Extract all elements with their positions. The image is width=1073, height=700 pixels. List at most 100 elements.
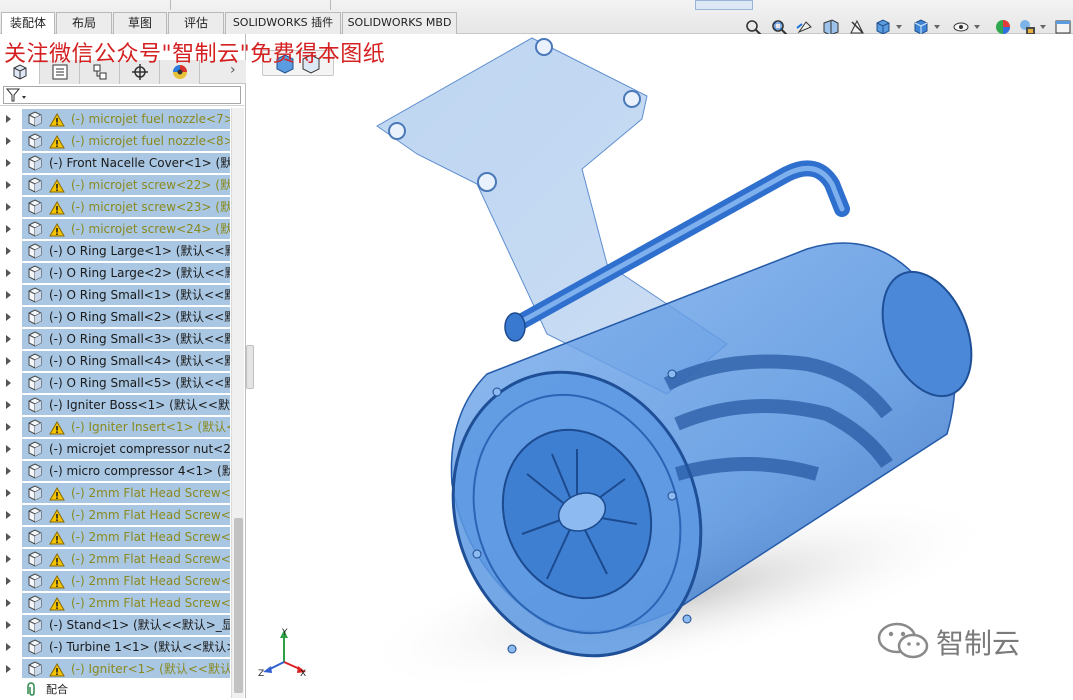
warning-icon: [49, 662, 65, 677]
tree-item-component[interactable]: (-) 2mm Flat Head Screw<6>: [0, 592, 232, 614]
tree-item-component[interactable]: (-) Turbine 1<1> (默认<<默认>_: [0, 636, 232, 658]
chevron-down-icon[interactable]: [896, 25, 902, 29]
part-icon: [26, 441, 44, 457]
tree-item-label: (-) micro compressor 4<1> (默认: [49, 464, 230, 478]
expand-arrow-icon[interactable]: [6, 357, 11, 365]
expand-arrow-icon[interactable]: [6, 335, 11, 343]
chevron-down-icon[interactable]: [1040, 25, 1046, 29]
tree-item-label: (-) O Ring Large<2> (默认<<默认: [49, 266, 230, 280]
expand-arrow-icon[interactable]: [6, 313, 11, 321]
tree-item-component[interactable]: (-) microjet screw<23> (默认<: [0, 196, 232, 218]
tab-evaluate[interactable]: 评估: [168, 12, 224, 34]
tree-item-label: (-) Front Nacelle Cover<1> (默认<: [49, 156, 230, 170]
part-icon: [26, 133, 44, 149]
tab-layout[interactable]: 布局: [56, 12, 112, 34]
tree-item-component[interactable]: (-) O Ring Small<5> (默认<<默认: [0, 372, 232, 394]
tree-item-component[interactable]: (-) O Ring Large<2> (默认<<默认: [0, 262, 232, 284]
tree-item-mates[interactable]: 配合: [0, 679, 232, 698]
chevron-down-icon[interactable]: [974, 25, 980, 29]
expand-arrow-icon[interactable]: [6, 533, 11, 541]
expand-arrow-icon[interactable]: [6, 115, 11, 123]
tree-filter-input[interactable]: [3, 86, 241, 104]
tree-item-label: (-) microjet fuel nozzle<7>: [71, 112, 230, 126]
expand-arrow-icon[interactable]: [6, 445, 11, 453]
expand-arrow-icon[interactable]: [6, 555, 11, 563]
toolbar-selected-button[interactable]: [695, 0, 753, 10]
tree-item-label: (-) O Ring Small<5> (默认<<默认: [49, 376, 230, 390]
tree-item-component[interactable]: (-) 2mm Flat Head Screw<2>: [0, 504, 232, 526]
tree-item-component[interactable]: (-) Igniter<1> (默认<<默认>_: [0, 658, 232, 678]
tree-item-component[interactable]: (-) microjet screw<22> (默认<: [0, 174, 232, 196]
tree-item-label: (-) 2mm Flat Head Screw<3>: [71, 530, 230, 544]
part-icon: [26, 221, 44, 237]
expand-arrow-icon[interactable]: [6, 577, 11, 585]
expand-arrow-icon[interactable]: [6, 489, 11, 497]
warning-icon: [49, 574, 65, 589]
expand-arrow-icon[interactable]: [6, 511, 11, 519]
tree-item-component[interactable]: (-) Front Nacelle Cover<1> (默认<: [0, 152, 232, 174]
tree-item-component[interactable]: (-) microjet screw<24> (默认<: [0, 218, 232, 240]
tree-item-component[interactable]: (-) micro compressor 4<1> (默认: [0, 460, 232, 482]
tab-assembly[interactable]: 装配体: [1, 12, 55, 34]
tree-item-component[interactable]: (-) 2mm Flat Head Screw<3>: [0, 526, 232, 548]
tree-item-component[interactable]: (-) 2mm Flat Head Screw<1>: [0, 482, 232, 504]
tree-item-label: (-) Igniter Boss<1> (默认<<默认: [49, 398, 230, 412]
expand-arrow-icon[interactable]: [6, 379, 11, 387]
tree-item-component[interactable]: (-) microjet compressor nut<2>: [0, 438, 232, 460]
tree-item-component[interactable]: (-) O Ring Small<4> (默认<<默认: [0, 350, 232, 372]
part-icon: [26, 485, 44, 501]
expand-arrow-icon[interactable]: [6, 467, 11, 475]
part-icon: [26, 111, 44, 127]
graphics-area[interactable]: [247, 34, 1073, 698]
tree-item-label: (-) Stand<1> (默认<<默认>_显示: [49, 618, 230, 632]
chevron-down-icon[interactable]: [934, 25, 940, 29]
expand-arrow-icon[interactable]: [6, 665, 11, 673]
part-icon: [26, 155, 44, 171]
expand-arrow-icon[interactable]: [6, 643, 11, 651]
wechat-account-name: 智制云: [936, 627, 1021, 660]
expand-arrow-icon[interactable]: [6, 401, 11, 409]
tree-item-label: (-) O Ring Small<1> (默认<<默认: [49, 288, 230, 302]
warning-icon: [49, 552, 65, 567]
panel-splitter[interactable]: [246, 345, 254, 389]
tree-item-component[interactable]: (-) O Ring Small<3> (默认<<默认: [0, 328, 232, 350]
expand-arrow-icon[interactable]: [6, 621, 11, 629]
expand-arrow-icon[interactable]: [6, 599, 11, 607]
expand-arrow-icon[interactable]: [6, 423, 11, 431]
tree-item-label: (-) O Ring Small<2> (默认<<默认: [49, 310, 230, 324]
paperclip-icon: [24, 681, 40, 700]
tree-item-component[interactable]: (-) microjet fuel nozzle<8>: [0, 130, 232, 152]
tree-item-component[interactable]: (-) 2mm Flat Head Screw<4>: [0, 548, 232, 570]
tree-item-component[interactable]: (-) Igniter Insert<1> (默认<<: [0, 416, 232, 438]
expand-arrow-icon[interactable]: [6, 203, 11, 211]
expand-arrow-icon[interactable]: [6, 137, 11, 145]
warning-icon: [49, 134, 65, 149]
tree-item-component[interactable]: (-) microjet fuel nozzle<7>: [0, 108, 232, 130]
scrollbar-thumb[interactable]: [234, 518, 243, 693]
expand-arrow-icon[interactable]: [6, 225, 11, 233]
expand-arrow-icon[interactable]: [6, 291, 11, 299]
expand-arrow-icon[interactable]: [6, 159, 11, 167]
tab-solidworks-mbd[interactable]: SOLIDWORKS MBD: [342, 12, 457, 34]
tree-item-component[interactable]: (-) O Ring Small<1> (默认<<默认: [0, 284, 232, 306]
tree-item-component[interactable]: (-) Stand<1> (默认<<默认>_显示: [0, 614, 232, 636]
expand-arrow-icon[interactable]: [6, 269, 11, 277]
part-icon: [26, 309, 44, 325]
expand-arrow-icon[interactable]: [6, 247, 11, 255]
part-icon: [26, 595, 44, 611]
tree-item-label: (-) 2mm Flat Head Screw<4>: [71, 552, 230, 566]
tree-scrollbar[interactable]: [231, 108, 244, 698]
expand-arrow-icon[interactable]: [6, 181, 11, 189]
part-icon: [26, 243, 44, 259]
tree-item-label: (-) microjet screw<23> (默认<: [71, 200, 230, 214]
part-icon: [26, 375, 44, 391]
tab-solidworks-addins[interactable]: SOLIDWORKS 插件: [225, 12, 341, 34]
tree-item-label: (-) Igniter<1> (默认<<默认>_: [71, 662, 230, 676]
tree-item-component[interactable]: (-) O Ring Large<1> (默认<<默认: [0, 240, 232, 262]
feature-tree: (-) microjet fuel nozzle<7> (-) microjet …: [0, 108, 232, 678]
part-icon: [26, 507, 44, 523]
tree-item-component[interactable]: (-) Igniter Boss<1> (默认<<默认: [0, 394, 232, 416]
tab-sketch[interactable]: 草图: [113, 12, 167, 34]
tree-item-component[interactable]: (-) 2mm Flat Head Screw<5>: [0, 570, 232, 592]
tree-item-component[interactable]: (-) O Ring Small<2> (默认<<默认: [0, 306, 232, 328]
